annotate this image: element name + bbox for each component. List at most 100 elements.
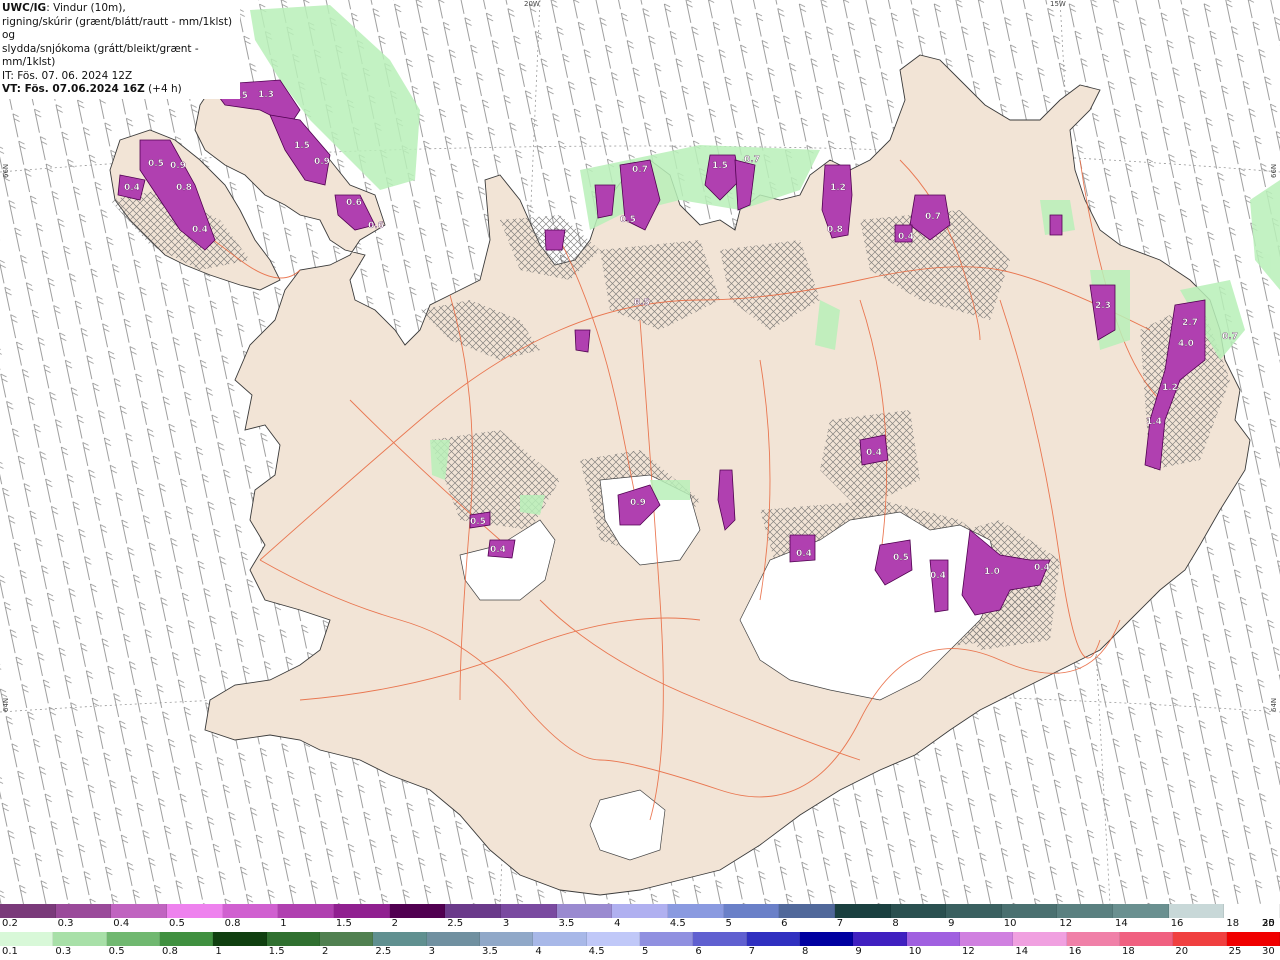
snow-colorbar [0, 904, 1280, 918]
rain-swatch [533, 932, 587, 946]
precip-label: 0.8 [176, 183, 192, 193]
snow-tick-label: 0.5 [168, 918, 185, 929]
lat-label-64n-right: 64N [1270, 697, 1278, 712]
lat-label-64n-left: 64N [2, 697, 10, 712]
snow-tick-label: 0.3 [57, 918, 74, 929]
rain-tick-label: 10 [908, 946, 922, 957]
valid-time: VT: Fös. 07.06.2024 16Z [2, 83, 145, 95]
snow-tick-label: 12 [1059, 918, 1073, 929]
precip-label: 0.5 [148, 159, 164, 169]
rain-swatch [1226, 932, 1280, 946]
snow-tick-label: 6 [781, 918, 788, 929]
snow-swatch [612, 904, 668, 918]
precip-label: 1.3 [258, 90, 274, 100]
rain-swatch [1119, 932, 1174, 946]
rain-swatch [586, 932, 640, 946]
rain-colorbar-labels: 0.1 0.3 0.5 0.8 1 1.5 2 2.5 3 3.5 4 4.5 5 6 7 8 9 10 12 14 1… [0, 946, 1280, 958]
rain-swatch [1173, 932, 1227, 946]
rain-tick-label: 3 [428, 946, 436, 957]
snow-swatch [1057, 904, 1114, 918]
precip-label: 0.4 [490, 545, 506, 555]
precip-label: 1.0 [984, 567, 1000, 577]
snow-swatch [166, 904, 223, 918]
snow-swatch [278, 904, 334, 918]
snow-tick-label: 0.2 [2, 918, 18, 929]
lon-label-15w: 15W [1050, 0, 1066, 8]
snow-swatch [946, 904, 1002, 918]
rain-tick-label: 25 [1228, 946, 1242, 957]
rain-swatch [1013, 932, 1067, 946]
rain-tick-label: 4 [535, 946, 542, 957]
rain-swatch [853, 932, 907, 946]
precip-label: 0.7 [1222, 332, 1238, 342]
precip-label: 1.2 [1162, 383, 1178, 393]
rain-tick-label: 16 [1068, 946, 1082, 957]
precip-label: 2.3 [1095, 301, 1111, 311]
rain-tick-label: 5 [642, 946, 649, 957]
rain-tick-label: 9 [855, 946, 862, 957]
precip-label: 0.5 [470, 517, 486, 527]
rain-tick-label: 4.5 [588, 946, 605, 957]
snow-swatch [667, 904, 724, 918]
precip-label: 2.7 [1182, 318, 1198, 328]
snow-tick-label: 18 [1226, 918, 1240, 929]
rain-swatch [53, 932, 107, 946]
snow-tick-label: 1.5 [335, 918, 352, 929]
precip-label: 0.4 [124, 183, 140, 193]
title-line-2: rigning/skúrir (grænt/blátt/rautt - mm/1… [2, 15, 233, 42]
map-title-box: UWC/IG: Vindur (10m), rigning/skúrir (gr… [0, 0, 240, 99]
snow-tick-label: 4 [614, 918, 621, 929]
precip-label: 0.6 [368, 221, 384, 231]
snow-tick-label: 10 [1003, 918, 1017, 929]
rain-tick-label: 1.5 [268, 946, 285, 957]
rain-swatch [266, 932, 320, 946]
snow-tick-label: 30 [1262, 918, 1275, 929]
rain-swatch [693, 932, 747, 946]
rain-swatch [426, 932, 480, 946]
rain-swatch [906, 932, 960, 946]
rain-swatch [319, 932, 374, 946]
snow-colorbar-labels: 0.2 0.3 0.4 0.5 0.8 1 1.5 2 2.5 3 3.5 4 4.5 5 6 7 8 9 10 12… [0, 918, 1280, 930]
rain-swatch [1066, 932, 1120, 946]
precip-label: 0.9 [630, 498, 646, 508]
rain-tick-label: 0.5 [108, 946, 125, 957]
snow-tick-label: 4.5 [669, 918, 686, 929]
snow-tick-label: 2 [391, 918, 398, 929]
rain-tick-label: 7 [748, 946, 756, 957]
snow-swatch [222, 904, 279, 918]
lat-label-66n-right: 66N [1270, 163, 1278, 178]
forecast-step: (+4 h) [144, 83, 182, 95]
rain-swatch [159, 932, 214, 946]
rain-tick-label: 0.8 [162, 946, 178, 957]
lon-label-20w: 20W [524, 0, 540, 8]
precip-label: 0.5 [893, 553, 909, 563]
rain-swatch [213, 932, 267, 946]
precip-label: 1.2 [830, 183, 846, 193]
rain-tick-label: 20 [1175, 946, 1189, 957]
rain-tick-label: 2.5 [375, 946, 392, 957]
snow-tick-label: 9 [948, 918, 955, 929]
rain-tick-label: 30 [1262, 946, 1275, 957]
rain-swatch [799, 932, 854, 946]
rain-swatch [0, 932, 54, 946]
rain-swatch [959, 932, 1014, 946]
snow-tick-label: 0.8 [224, 918, 241, 929]
valid-time-line: VT: Fös. 07.06.2024 16Z (+4 h) [2, 83, 240, 97]
precip-label: 0.8 [827, 225, 843, 235]
snow-tick-label: 8 [892, 918, 899, 929]
snow-tick-label: 3.5 [558, 918, 575, 929]
rain-tick-label: 1 [215, 946, 222, 957]
rain-swatch [639, 932, 694, 946]
snow-swatch [389, 904, 446, 918]
precip-label: 4.0 [1178, 339, 1194, 349]
rain-tick-label: 0.3 [55, 946, 72, 957]
precip-label: 0.7 [925, 212, 941, 222]
precip-label: 0.4 [898, 232, 914, 242]
rain-swatch [746, 932, 800, 946]
precip-label: 0.5 [634, 298, 650, 308]
snow-swatch [834, 904, 891, 918]
precip-label: 0.4 [192, 225, 208, 235]
snow-tick-label: 3 [502, 918, 510, 929]
snow-swatch [556, 904, 613, 918]
snow-swatch [1113, 904, 1169, 918]
